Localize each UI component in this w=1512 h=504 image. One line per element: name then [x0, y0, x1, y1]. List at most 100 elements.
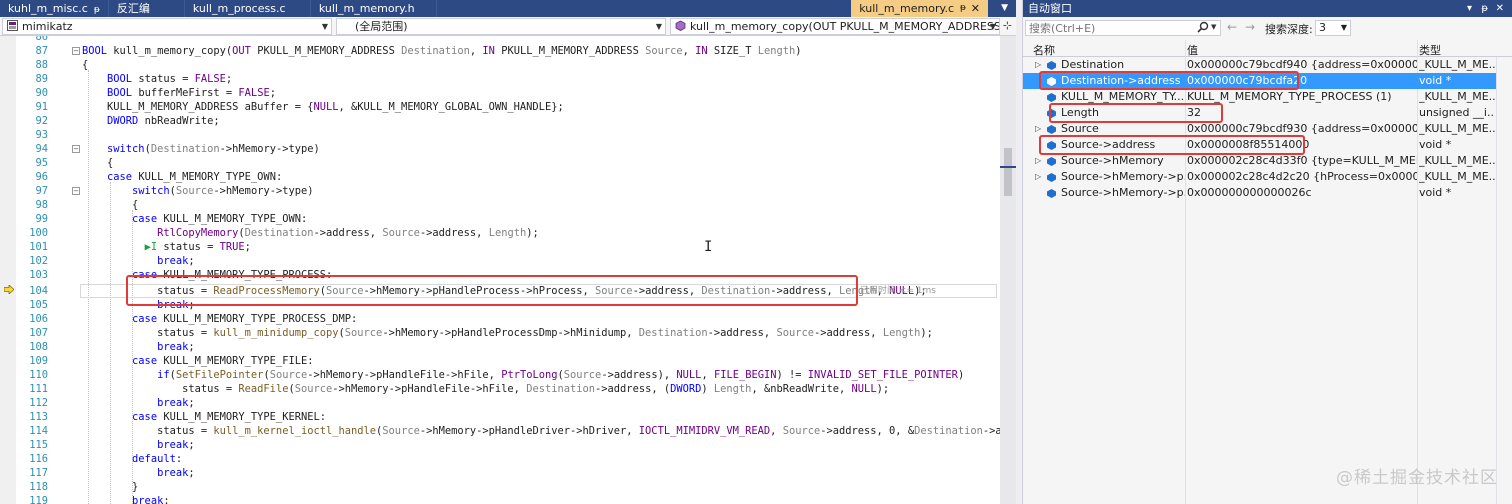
tab-label: kull_m_memory.c: [859, 2, 954, 15]
pin-icon[interactable]: ᵽ: [1481, 0, 1488, 17]
close-icon[interactable]: ✕: [971, 0, 980, 17]
code-text: {: [82, 199, 139, 211]
code-line: 91 KULL_M_MEMORY_ADDRESS aBuffer = {NULL…: [0, 100, 1000, 114]
close-icon[interactable]: ✕: [1496, 0, 1504, 17]
table-row[interactable]: ▷ Source 0x000000c79bcdf930 {address=0x0…: [1023, 121, 1497, 137]
variable-icon: [1047, 109, 1056, 118]
variable-type: void *: [1419, 138, 1452, 151]
tab-kull-m-memory-c[interactable]: kull_m_memory.c ᵽ ✕: [851, 0, 988, 17]
code-line: 109 case KULL_M_MEMORY_TYPE_FILE:: [0, 354, 1000, 368]
project-dropdown[interactable]: mimikatz ▼: [2, 18, 332, 35]
collapse-toggle[interactable]: −: [72, 187, 80, 195]
table-row-selected[interactable]: Destination->address 0x000000c79bcdfa20 …: [1023, 73, 1497, 89]
function-dropdown[interactable]: kull_m_memory_copy(OUT PKULL_M_MEMORY_AD…: [670, 18, 1000, 35]
variable-value[interactable]: 0x000000c79bcdfa20: [1187, 73, 1417, 89]
column-name-header[interactable]: 名称: [1033, 42, 1055, 58]
code-line: 89 BOOL status = FALSE;: [0, 72, 1000, 86]
line-number: 87: [35, 45, 48, 57]
code-line: 103 case KULL_M_MEMORY_TYPE_PROCESS:: [0, 268, 1000, 282]
column-value-header[interactable]: 值: [1187, 42, 1198, 58]
table-row[interactable]: ▷ Destination 0x000000c79bcdf940 {addres…: [1023, 57, 1497, 73]
code-text: break;: [157, 299, 195, 311]
expand-arrow-icon[interactable]: ▷: [1035, 121, 1041, 137]
tab-kull-m-process[interactable]: kull_m_process.c: [185, 0, 311, 17]
perf-tip[interactable]: 已用时间 <= 1ms: [860, 284, 936, 298]
chevron-down-icon: ▼: [321, 22, 328, 31]
column-type-header[interactable]: 类型: [1419, 42, 1441, 58]
table-row[interactable]: Source->hMemory->p... 0x000000000000026c…: [1023, 185, 1497, 201]
line-number: 113: [29, 411, 48, 423]
tab-overflow-dropdown-icon[interactable]: ▼: [1001, 0, 1008, 17]
scrollbar-thumb[interactable]: [1004, 148, 1012, 196]
variable-value[interactable]: 0x000002c28c4d2c20 {hProcess=0x0000000..…: [1187, 169, 1417, 185]
expand-arrow-icon[interactable]: ▷: [1035, 57, 1041, 73]
code-line-current: 104 status = ReadProcessMemory(Source->h…: [0, 284, 1000, 298]
line-number: 108: [29, 341, 48, 353]
code-text: status = ReadProcessMemory(Source->hMemo…: [82, 285, 927, 297]
variable-value[interactable]: 0x000002c28c4d33f0 {type=KULL_M_MEMO...: [1187, 153, 1417, 169]
code-line: 100 RtlCopyMemory(Destination->address, …: [0, 226, 1000, 240]
variable-value[interactable]: 0x0000008f85514000: [1187, 137, 1417, 153]
variable-type: void *: [1419, 186, 1452, 199]
variable-value[interactable]: 0x000000c79bcdf940 {address=0x000000c7..…: [1187, 57, 1417, 73]
code-text: BOOL status = FALSE;: [107, 73, 233, 85]
line-number: 109: [29, 355, 48, 367]
pin-icon[interactable]: ᵽ: [960, 0, 966, 17]
autos-toolbar: ▼ ← → 搜索深度: 3▼: [1023, 17, 1512, 38]
code-text: }: [82, 481, 139, 493]
code-view[interactable]: 86 87− BOOL kull_m_memory_copy(OUT PKULL_…: [0, 36, 1000, 504]
autos-title: 自动窗口: [1028, 2, 1072, 15]
search-depth-dropdown[interactable]: 3 ▼: [1315, 20, 1351, 36]
editor-vertical-scrollbar[interactable]: [1000, 36, 1016, 504]
split-view-icon[interactable]: ⊹: [1003, 19, 1012, 32]
tab-kuhl-m-misc[interactable]: kuhl_m_misc.c ᵽ: [0, 0, 109, 17]
collapse-toggle[interactable]: −: [72, 145, 80, 153]
line-number: 117: [29, 467, 48, 479]
variable-icon: [1047, 189, 1056, 198]
variable-value[interactable]: 0x000000000000026c: [1187, 185, 1417, 201]
line-number: 95: [35, 157, 48, 169]
expand-arrow-icon[interactable]: ▷: [1035, 153, 1041, 169]
code-line: 117 break;: [0, 466, 1000, 480]
variable-icon: [1047, 141, 1056, 150]
search-icon[interactable]: [1197, 21, 1209, 33]
pin-icon[interactable]: ᵽ: [94, 5, 100, 15]
table-row[interactable]: ▷ Source->hMemory 0x000002c28c4d33f0 {ty…: [1023, 153, 1497, 169]
chevron-down-icon[interactable]: ▼: [1211, 23, 1216, 31]
table-row[interactable]: ▷ Source->hMemory->p... 0x000002c28c4d2c…: [1023, 169, 1497, 185]
scrollbar-position-marker: [1000, 166, 1016, 168]
search-next-icon[interactable]: →: [1245, 20, 1255, 34]
line-number: 114: [29, 425, 48, 437]
tab-label: kull_m_process.c: [192, 2, 286, 15]
search-previous-icon[interactable]: ←: [1227, 20, 1237, 34]
code-text: switch(Source->hMemory->type): [132, 185, 314, 197]
code-text: if(SetFilePointer(Source->hMemory->pHand…: [157, 369, 965, 381]
variable-icon: [1047, 61, 1056, 70]
line-number: 103: [29, 269, 48, 281]
tab-disassembly[interactable]: 反汇编: [109, 0, 185, 17]
run-to-click-icon[interactable]: ▶I: [145, 241, 158, 253]
chevron-down-icon: ▼: [989, 22, 996, 31]
line-number: 92: [35, 115, 48, 127]
line-number: 100: [29, 227, 48, 239]
search-input[interactable]: [1025, 20, 1221, 36]
code-line: 88 {: [0, 58, 1000, 72]
table-row[interactable]: KULL_M_MEMORY_TY... KULL_M_MEMORY_TYPE_P…: [1023, 89, 1497, 105]
tab-kull-m-memory-h[interactable]: kull_m_memory.h: [311, 0, 437, 17]
variable-value[interactable]: 0x000000c79bcdf930 {address=0x0000008f..…: [1187, 121, 1417, 137]
autos-vertical-scrollbar[interactable]: [1496, 57, 1512, 504]
chevron-down-icon: ▼: [655, 22, 662, 31]
code-line: 93: [0, 128, 1000, 142]
table-row[interactable]: Source->address 0x0000008f85514000 void …: [1023, 137, 1497, 153]
table-row[interactable]: Length 32 unsigned __i...: [1023, 105, 1497, 121]
line-number: 89: [35, 73, 48, 85]
variable-value[interactable]: 32: [1187, 105, 1417, 121]
collapse-toggle[interactable]: −: [72, 47, 80, 55]
code-text: {: [82, 59, 89, 71]
variable-type: unsigned __i...: [1419, 106, 1495, 119]
dropdown-icon[interactable]: ▾: [1467, 0, 1472, 17]
variable-value[interactable]: KULL_M_MEMORY_TYPE_PROCESS (1): [1187, 89, 1417, 105]
variable-icon: [1047, 125, 1056, 134]
scope-dropdown[interactable]: (全局范围) ▼: [336, 18, 666, 35]
expand-arrow-icon[interactable]: ▷: [1035, 169, 1041, 185]
